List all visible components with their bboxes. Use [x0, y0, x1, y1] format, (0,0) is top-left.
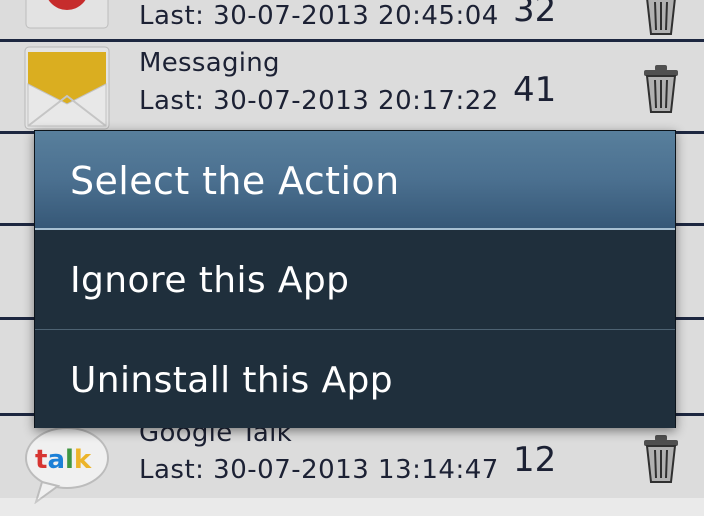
dialog-title-bar: Select the Action	[35, 131, 675, 230]
option-label: Ignore this App	[70, 260, 350, 301]
uninstall-app-option[interactable]: Uninstall this App	[35, 330, 675, 428]
ignore-app-option[interactable]: Ignore this App	[35, 230, 675, 328]
action-dialog: Select the Action Ignore this App Uninst…	[34, 130, 676, 428]
dialog-title: Select the Action	[70, 159, 400, 203]
option-label: Uninstall this App	[70, 360, 394, 401]
